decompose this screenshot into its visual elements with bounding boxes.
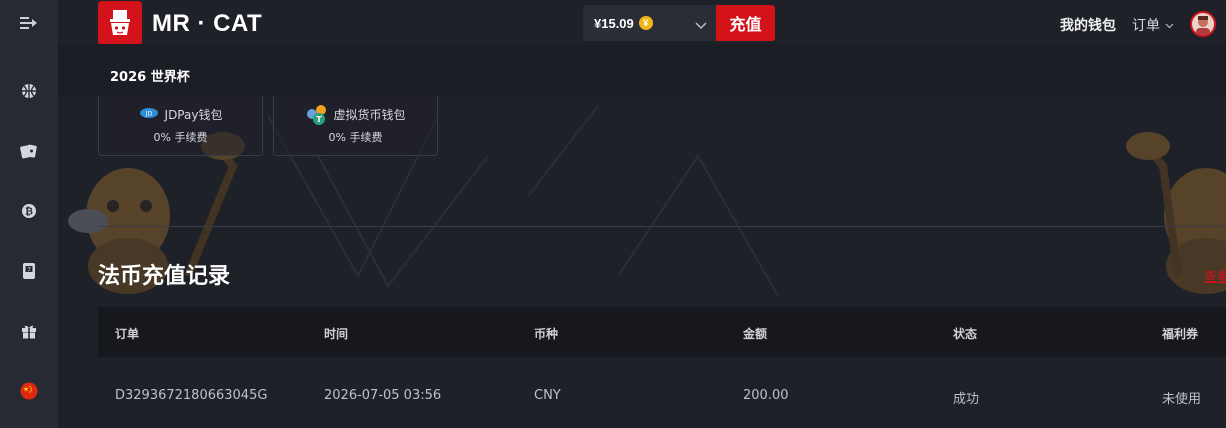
- chevron-down-icon: [1165, 17, 1174, 33]
- column-header-coupon: 福利券: [1162, 327, 1199, 341]
- basketball-icon[interactable]: [0, 73, 58, 109]
- orders-label: 订单: [1132, 18, 1160, 34]
- table-row[interactable]: D3293672180663045G 2026-07-05 03:56 CNY …: [98, 357, 1226, 428]
- collapse-menu-icon[interactable]: [0, 5, 58, 41]
- avatar[interactable]: [1190, 11, 1216, 37]
- column-header-amount: 金额: [743, 327, 768, 341]
- payment-method-crypto[interactable]: T 虚拟货币钱包 0% 手续费: [273, 96, 438, 156]
- deposit-button[interactable]: 充值: [716, 5, 775, 41]
- order-currency: CNY: [534, 388, 561, 403]
- view-more-link[interactable]: 查看: [1204, 266, 1226, 285]
- balance-selector[interactable]: ¥15.09 ¥: [583, 5, 717, 41]
- payment-method-name: JDPay钱包: [164, 108, 223, 122]
- order-coupon: 未使用: [1162, 392, 1202, 407]
- payment-method-fee: 0% 手续费: [153, 131, 208, 144]
- column-header-time: 时间: [324, 327, 349, 341]
- china-flag-icon[interactable]: [0, 373, 58, 409]
- records-title: 法币充值记录: [98, 264, 231, 289]
- chevron-down-icon[interactable]: [695, 17, 707, 35]
- logo-icon[interactable]: [98, 1, 142, 45]
- sidebar: ₿ 7: [0, 0, 58, 428]
- cards-icon[interactable]: [0, 133, 58, 169]
- table-header: 订单 时间 币种 金额 状态 福利券: [98, 307, 1226, 357]
- order-amount: 200.00: [743, 388, 789, 403]
- order-time: 2026-07-05 03:56: [324, 388, 442, 403]
- order-status: 成功: [953, 392, 980, 407]
- svg-text:₿: ₿: [25, 206, 33, 218]
- top-bar: MR · CAT ¥15.09 ¥ 充值 我的钱包 订单: [58, 0, 1226, 45]
- column-header-status: 状态: [953, 327, 978, 341]
- main-content: JD JDPay钱包 0% 手续费 T 虚拟货币钱包 0% 手续费 法币充值记录…: [58, 96, 1226, 428]
- column-header-currency: 币种: [534, 327, 559, 341]
- subheader: 2026 世界杯: [58, 44, 1226, 96]
- payment-method-jdpay[interactable]: JD JDPay钱包 0% 手续费: [98, 96, 263, 156]
- gift-icon[interactable]: [0, 313, 58, 349]
- event-title[interactable]: 2026 世界杯: [110, 66, 190, 85]
- bitcoin-icon[interactable]: ₿: [0, 193, 58, 229]
- slot-machine-icon[interactable]: 7: [0, 253, 58, 289]
- balance-amount: ¥15.09: [594, 15, 634, 31]
- svg-text:7: 7: [27, 267, 31, 274]
- coin-icon: ¥: [638, 16, 653, 30]
- order-id: D3293672180663045G: [115, 388, 268, 403]
- payment-method-fee: 0% 手续费: [328, 131, 383, 144]
- my-wallet-link[interactable]: 我的钱包: [1060, 15, 1116, 35]
- brand-name: MR · CAT: [152, 10, 263, 37]
- orders-menu[interactable]: 订单: [1132, 15, 1174, 35]
- section-divider: [98, 226, 1226, 227]
- column-header-order: 订单: [115, 327, 140, 341]
- payment-method-name: 虚拟货币钱包: [333, 108, 406, 122]
